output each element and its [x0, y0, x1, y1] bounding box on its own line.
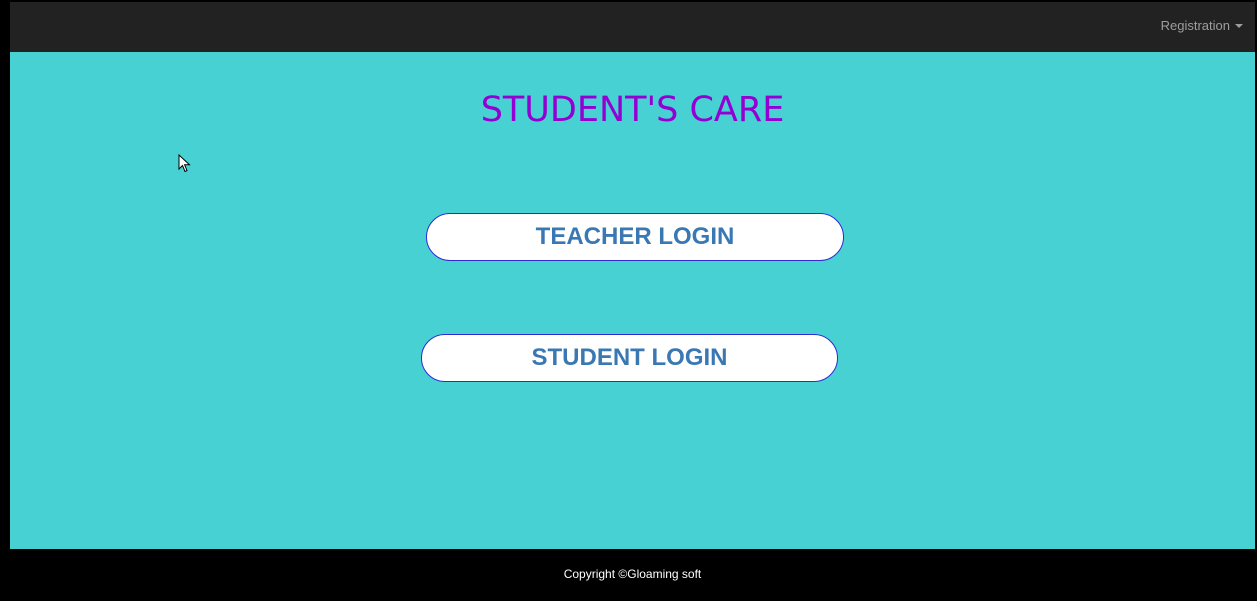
- copyright-text: Copyright ©Gloaming soft: [563, 567, 702, 581]
- registration-dropdown[interactable]: Registration: [1161, 18, 1243, 33]
- caret-down-icon: [1235, 23, 1243, 28]
- page-title: STUDENT'S CARE: [480, 90, 785, 130]
- registration-label: Registration: [1160, 18, 1230, 33]
- teacher-login-button[interactable]: TEACHER LOGIN: [426, 213, 844, 261]
- top-navbar: Registration: [10, 2, 1255, 52]
- window-edge: [2, 2, 10, 599]
- footer: Copyright ©Gloaming soft: [10, 549, 1255, 599]
- app-window: Registration STUDENT'S CARE TEACHER LOGI…: [0, 0, 1257, 601]
- mouse-pointer-icon: [178, 154, 191, 173]
- main-content: STUDENT'S CARE TEACHER LOGIN STUDENT LOG…: [10, 52, 1255, 549]
- student-login-button[interactable]: STUDENT LOGIN: [421, 334, 838, 382]
